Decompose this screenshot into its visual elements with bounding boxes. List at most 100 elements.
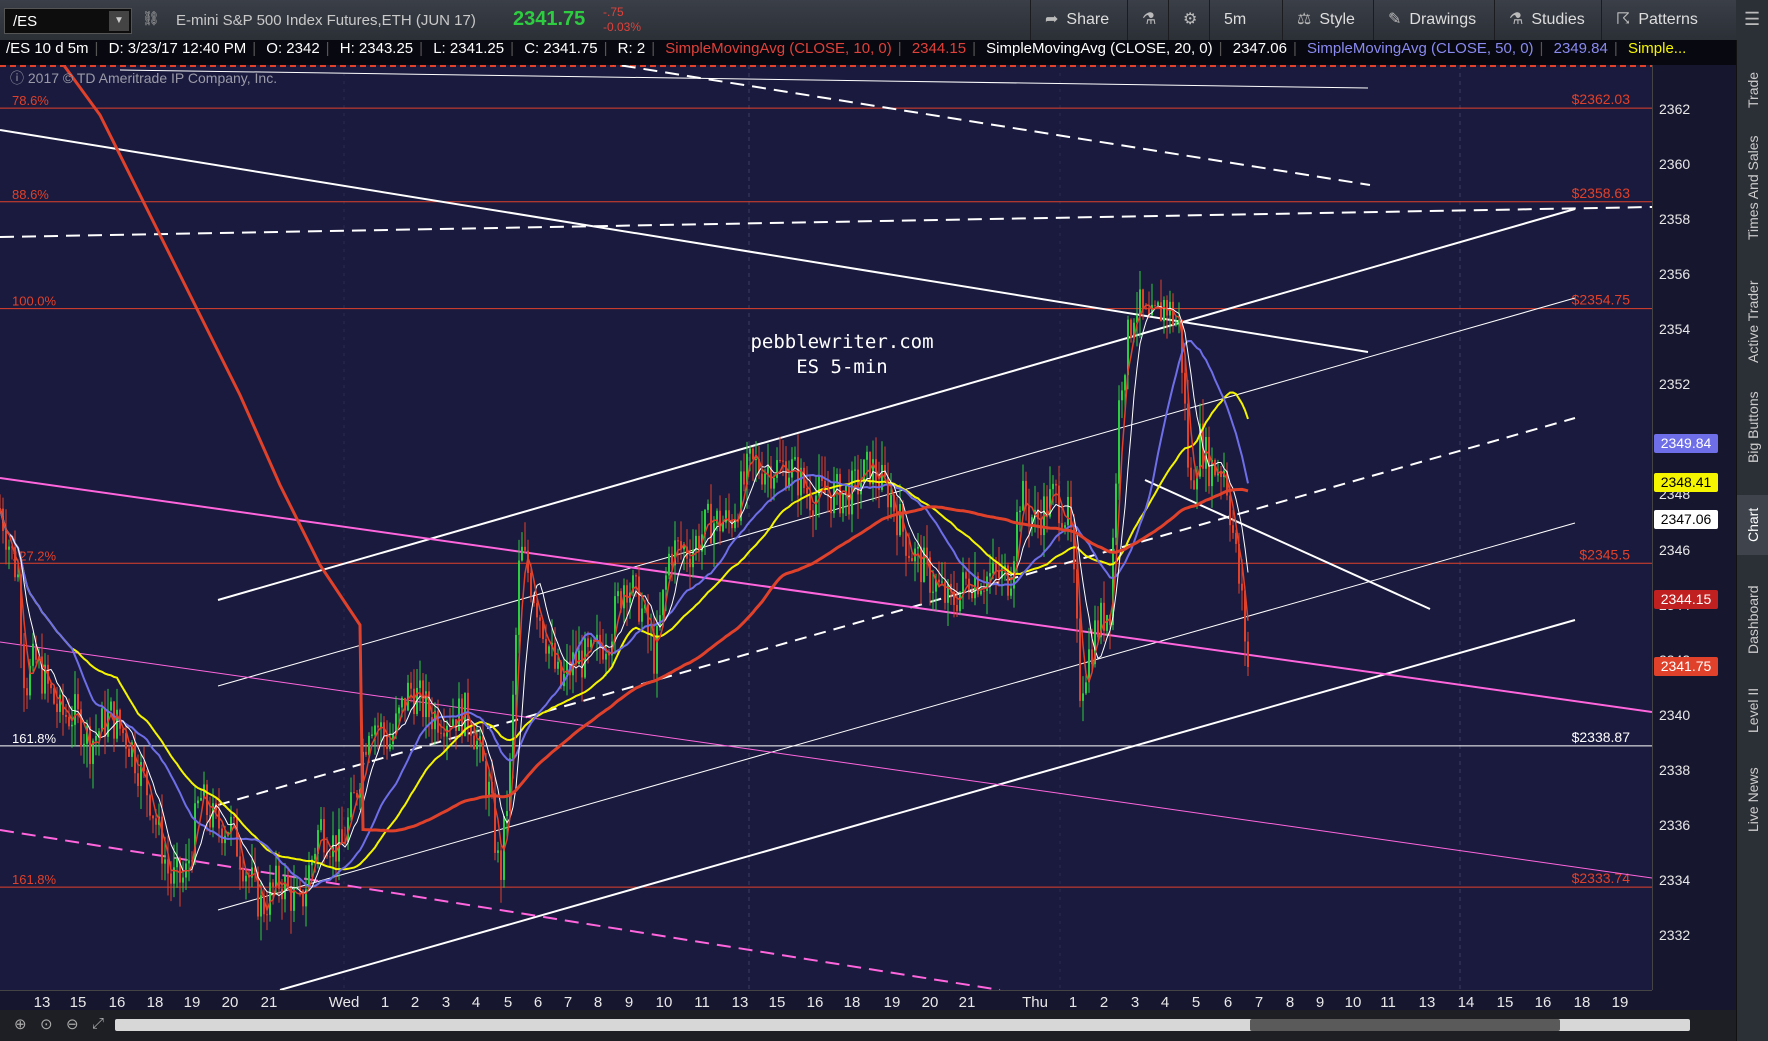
candle-body <box>1232 525 1234 533</box>
studies-button[interactable]: ⚗ Studies <box>1494 0 1615 40</box>
sidebar-tab-live-news[interactable]: Live News <box>1737 760 1768 840</box>
studies-label: Studies <box>1531 11 1585 28</box>
zoom-reset-icon[interactable]: ⊙ <box>40 1015 58 1033</box>
candle-body <box>905 531 907 556</box>
copyright-text: ⓘ 2017 © TD Ameritrade IP Company, Inc. <box>10 68 277 88</box>
sma10-value: 2344.15 <box>911 40 967 57</box>
interval-button[interactable]: 5m <box>1209 0 1264 40</box>
candle-body <box>530 572 532 597</box>
candle-body <box>959 591 961 612</box>
candle-body <box>524 546 526 551</box>
scroll-thumb[interactable] <box>1250 1019 1560 1031</box>
candle-body <box>647 604 649 634</box>
candle-body <box>1241 583 1243 591</box>
candle-body <box>653 633 655 674</box>
candle-body <box>980 590 982 595</box>
candle-body <box>1139 289 1141 316</box>
candle-body <box>410 682 412 689</box>
style-button[interactable]: ⚖ Style <box>1282 0 1387 40</box>
candle-body <box>1058 485 1060 524</box>
candle-body <box>1067 496 1069 526</box>
candle-body <box>689 558 691 568</box>
sidebar-tab-active-trader[interactable]: Active Trader <box>1737 272 1768 372</box>
candle-body <box>188 860 190 864</box>
price-axis-tick: 2356 <box>1659 266 1691 283</box>
candle-body <box>386 735 388 749</box>
candle-body <box>1151 304 1153 316</box>
price-chart[interactable]: 78.6% $2362.03 88.6% $2358.63 100.0% $2354.75… <box>0 65 1652 990</box>
candle-body <box>380 722 382 728</box>
zoom-in-icon[interactable]: ⊕ <box>14 1015 32 1033</box>
share-label: Share <box>1066 11 1110 28</box>
change-box: -.75 -0.03% <box>603 5 641 35</box>
candle-body <box>920 546 922 583</box>
time-axis-tick: 6 <box>533 994 543 1011</box>
sidebar-tab-level-ii[interactable]: Level II <box>1737 680 1768 740</box>
time-axis-tick: 4 <box>1160 994 1170 1011</box>
sidebar-tab-chart[interactable]: Chart <box>1737 495 1768 555</box>
price-axis-tick: 2338 <box>1659 761 1691 778</box>
time-axis-tick: 16 <box>108 994 126 1011</box>
price-axis-tick: 2336 <box>1659 816 1691 833</box>
candle-body <box>440 732 442 734</box>
study-infobar: /ES 10 d 5m | D: 3/23/17 12:40 PM | O: 234… <box>0 40 1736 65</box>
candle-body <box>791 459 793 478</box>
candle-body <box>938 579 940 583</box>
copyright-label: 2017 © TD Ameritrade IP Company, Inc. <box>27 70 278 86</box>
chart-scrollbar[interactable]: ⊕ ⊙ ⊖ ⤢ <box>0 1010 1736 1041</box>
cursor-icon[interactable]: ⤢ <box>92 1015 110 1033</box>
candle-body <box>656 626 658 674</box>
range-label: R: 2 <box>617 40 646 57</box>
drawings-button[interactable]: ✎ Drawings <box>1373 0 1508 40</box>
time-axis-tick: 6 <box>1223 994 1233 1011</box>
candle-body <box>941 581 943 583</box>
sidebar-tab-trade[interactable]: Trade <box>1737 60 1768 120</box>
last-price: 2341.75 <box>513 8 586 30</box>
candle-body <box>506 811 508 817</box>
candle-body <box>755 459 757 461</box>
candle-body <box>5 530 7 550</box>
right-sidebar: Trade Times And Sales Active Trader Big But… <box>1736 40 1768 1041</box>
candle-body <box>287 876 289 887</box>
time-axis[interactable]: 13 15 16 18 19 20 21 Wed 1 2 3 4 5 6 7 8 9 10 11 13 15 16 18 19… <box>0 990 1652 1011</box>
sidebar-tab-times-and-sales[interactable]: Times And Sales <box>1737 128 1768 248</box>
time-axis-tick: 3 <box>1130 994 1140 1011</box>
sidebar-tab-dashboard[interactable]: Dashboard <box>1737 570 1768 670</box>
zoom-out-icon[interactable]: ⊖ <box>66 1015 84 1033</box>
symbol-text[interactable]: /ES <box>13 13 37 30</box>
candle-body <box>389 744 391 749</box>
sidebar-tab-big-buttons[interactable]: Big Buttons <box>1737 385 1768 470</box>
chevron-down-icon[interactable]: ▼ <box>109 11 129 31</box>
candle-body <box>854 469 856 471</box>
candle-body <box>164 859 166 864</box>
share-button[interactable]: ➦ Share <box>1030 0 1141 40</box>
menu-button[interactable]: ☰ <box>1736 0 1768 40</box>
instrument-title: E-mini S&P 500 Index Futures,ETH (JUN 17… <box>176 12 476 29</box>
time-axis-tick: 21 <box>958 994 976 1011</box>
candle-body <box>350 792 352 818</box>
candle-body <box>557 661 559 669</box>
candle-body <box>581 650 583 678</box>
candle-body <box>275 865 277 887</box>
candle-body <box>104 708 106 737</box>
candle-body <box>518 560 520 635</box>
candle-body <box>626 585 628 603</box>
fib-level-label: 100.0% <box>12 294 57 309</box>
candle-body <box>242 868 244 882</box>
link-icon[interactable]: ⛓ <box>142 10 160 30</box>
symbol-selector[interactable]: /ES ▼ <box>4 8 132 34</box>
candle-body <box>677 540 679 542</box>
candle-body <box>806 488 808 494</box>
patterns-button[interactable]: ☈ Patterns <box>1601 0 1736 40</box>
close-label: C: 2341.75 <box>524 40 598 57</box>
time-axis-tick: 3 <box>441 994 451 1011</box>
candle-body <box>752 448 754 460</box>
price-axis[interactable]: 2332233423362338234023422344234623482350… <box>1652 65 1737 990</box>
flask-icon: ⚗ <box>1509 11 1524 28</box>
time-axis-tick: 18 <box>1573 994 1591 1011</box>
candle-body <box>812 510 814 516</box>
candle-body <box>989 573 991 577</box>
candle-body <box>782 460 784 462</box>
candle-body <box>1145 307 1147 309</box>
candle-body <box>245 875 247 882</box>
